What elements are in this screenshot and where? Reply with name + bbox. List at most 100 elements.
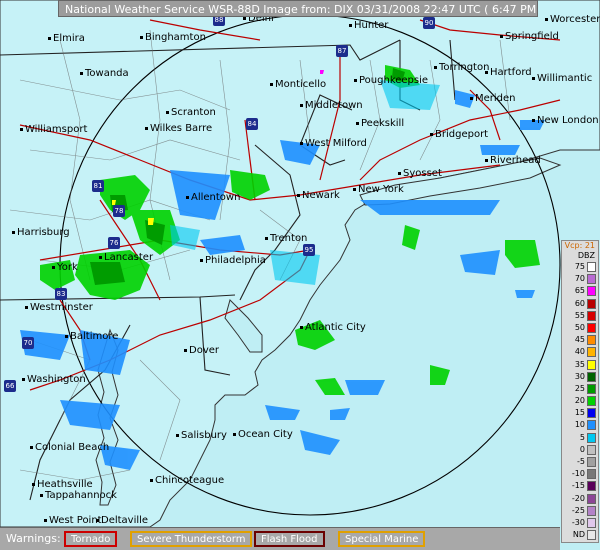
city-label: York: [52, 262, 78, 273]
legend-color-swatch: [587, 322, 596, 333]
radar-map: 88 90 87 84 81 78 76 95 83 70 66 Elmira …: [0, 0, 600, 550]
legend-level-label: 55: [574, 310, 585, 320]
city-label: Tappahannock: [40, 490, 117, 501]
route-shield: 95: [303, 244, 315, 256]
legend-color-swatch: [587, 310, 596, 321]
legend-level-row: 30: [562, 371, 598, 383]
city-label: West Milford: [300, 138, 367, 149]
legend-color-swatch: [587, 274, 596, 285]
legend-color-swatch: [587, 444, 596, 455]
city-label: Scranton: [166, 107, 216, 118]
legend-level-label: 35: [574, 359, 585, 369]
legend-level-label: -10: [571, 469, 585, 479]
legend-color-swatch: [587, 262, 596, 272]
legend-level-row: -10: [562, 468, 598, 480]
city-label: Riverhead: [485, 155, 541, 166]
legend-level-row: -5: [562, 456, 598, 468]
city-label: Torrington: [434, 62, 489, 73]
city-label: Colonial Beach: [30, 442, 109, 453]
city-label: Allentown: [186, 192, 240, 203]
legend-level-label: 25: [574, 383, 585, 393]
route-shield: 87: [336, 45, 348, 57]
legend-color-swatch: [587, 286, 596, 297]
legend-color-swatch: [587, 505, 596, 516]
city-label: Williamsport: [20, 124, 87, 135]
legend-level-row: 35: [562, 359, 598, 371]
city-label: Syosset: [398, 168, 442, 179]
legend-color-swatch: [587, 383, 596, 394]
legend-unit: DBZ: [577, 251, 595, 260]
legend-level-row: -30: [562, 517, 598, 529]
city-label: Springfield: [500, 31, 559, 42]
city-label: Trenton: [265, 233, 307, 244]
route-shield: 83: [55, 288, 67, 300]
legend-level-row: 0: [562, 444, 598, 456]
legend-level-label: 70: [574, 274, 585, 284]
image-title-bar: National Weather Service WSR-88D Image f…: [58, 0, 538, 17]
legend-color-swatch: [587, 530, 596, 541]
legend-level-label: 75: [574, 262, 585, 271]
legend-header: Vcp: 21 DBZ: [562, 241, 598, 261]
legend-level-label: -20: [571, 493, 585, 503]
city-label: Lancaster: [99, 252, 153, 263]
legend-level-row: -25: [562, 505, 598, 517]
city-label: Wilkes Barre: [145, 123, 212, 134]
legend-level-row: 20: [562, 395, 598, 407]
legend-level-label: 15: [574, 408, 585, 418]
legend-level-label: -5: [577, 457, 585, 466]
warnings-bar: Warnings: Tornado Severe Thunderstorm Fl…: [0, 527, 560, 550]
legend-level-row: 60: [562, 298, 598, 310]
legend-level-label: -15: [571, 481, 585, 491]
city-label: Middletown: [300, 100, 363, 111]
city-label: Salisbury: [176, 430, 227, 441]
legend-color-swatch: [587, 396, 596, 407]
legend-level-label: 45: [574, 335, 585, 345]
legend-level-label: -25: [571, 505, 585, 515]
city-label: Willimantic: [532, 73, 592, 84]
city-label: Elmira: [48, 33, 85, 44]
city-label: Washington: [22, 374, 86, 385]
warning-flash-flood-button[interactable]: Flash Flood: [254, 531, 325, 547]
city-label: Baltimore: [65, 331, 118, 342]
legend-color-swatch: [587, 457, 596, 467]
city-label: Philadelphia: [200, 255, 266, 266]
warnings-label: Warnings:: [6, 532, 61, 545]
city-label: Bridgeport: [430, 129, 488, 140]
legend-color-swatch: [587, 359, 596, 370]
legend-level-label: ND: [572, 530, 585, 540]
legend-color-swatch: [587, 517, 596, 528]
city-label: West Point: [44, 515, 102, 526]
legend-color-swatch: [587, 481, 596, 492]
city-label: Heathsville: [32, 479, 93, 490]
city-label: Worcester: [545, 14, 600, 25]
legend-color-swatch: [587, 493, 596, 504]
warning-special-marine-button[interactable]: Special Marine: [338, 531, 426, 547]
legend-level-row: 5: [562, 432, 598, 444]
route-shield: 78: [113, 205, 125, 217]
legend-level-row: 50: [562, 322, 598, 334]
legend-level-row: 55: [562, 310, 598, 322]
legend-color-swatch: [587, 347, 596, 358]
legend-level-row: 45: [562, 334, 598, 346]
warning-severe-thunderstorm-button[interactable]: Severe Thunderstorm: [130, 531, 253, 547]
legend-level-row: -15: [562, 480, 598, 492]
city-label: Westminster: [25, 302, 93, 313]
legend-color-swatch: [587, 420, 596, 431]
legend-level-label: -30: [571, 517, 585, 527]
legend-color-swatch: [587, 298, 596, 309]
warning-tornado-button[interactable]: Tornado: [64, 531, 118, 547]
city-label: Harrisburg: [12, 227, 70, 238]
city-label: Towanda: [80, 68, 129, 79]
legend-level-row: -20: [562, 493, 598, 505]
city-label: Deltaville: [96, 515, 148, 526]
city-label: Chincoteague: [150, 475, 224, 486]
route-shield: 76: [108, 237, 120, 249]
city-label: Hartford: [485, 67, 532, 78]
city-label: Meriden: [470, 93, 516, 104]
legend-level-label: 50: [574, 322, 585, 332]
city-label: New York: [353, 184, 404, 195]
city-label: Poughkeepsie: [354, 75, 428, 86]
route-shield: 90: [423, 17, 435, 29]
legend-level-label: 30: [574, 371, 585, 381]
legend-level-row: 10: [562, 419, 598, 431]
